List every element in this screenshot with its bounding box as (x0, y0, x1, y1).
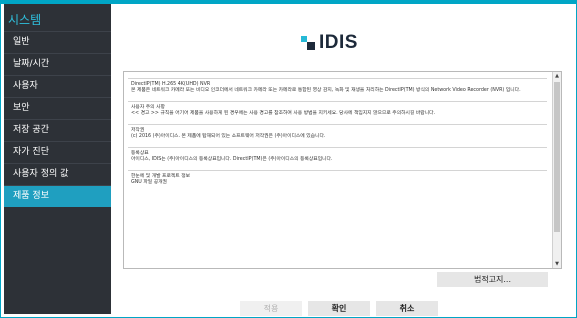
sidebar-item-self-diagnosis[interactable]: 자가 진단 (4, 141, 111, 163)
sidebar-item-storage[interactable]: 저장 공간 (4, 119, 111, 141)
license-text: DirectIP(TM) H.265 4K(UHD) NVR 본 제품은 네트워… (128, 78, 547, 193)
scroll-thumb[interactable] (554, 82, 560, 232)
license-section: DirectIP(TM) H.265 4K(UHD) NVR 본 제품은 네트워… (128, 78, 547, 98)
sidebar-title: 시스템 (8, 13, 42, 27)
scroll-up-icon[interactable]: ▲ (553, 72, 561, 80)
sidebar-item-product-info[interactable]: 제품 정보 (4, 185, 111, 207)
section-body: 본 제품은 네트워크 카메라 또는 비디오 인코더에서 네트워크 카메라 또는 … (131, 88, 521, 93)
sidebar-item-date-time[interactable]: 날짜/시간 (4, 53, 111, 75)
cancel-button[interactable]: 취소 (376, 301, 438, 316)
license-section: 저작권 (c) 2016 (주)아이디스. 본 제품에 탑재되어 있는 소프트웨… (128, 124, 547, 144)
license-scrollbar[interactable]: ▲ ▼ (552, 72, 561, 268)
apply-button[interactable]: 적용 (240, 301, 302, 316)
sidebar-item-user-defined[interactable]: 사용자 정의 값 (4, 163, 111, 185)
license-section: 사용자 주의 사항 << 경고 >> 규칙을 어기어 제품을 사용하게 된 경우… (128, 101, 547, 121)
ok-button[interactable]: 확인 (308, 301, 370, 316)
license-panel[interactable]: DirectIP(TM) H.265 4K(UHD) NVR 본 제품은 네트워… (123, 71, 562, 269)
idis-logo: IDIS (301, 32, 371, 53)
sidebar-item-security[interactable]: 보안 (4, 97, 111, 119)
section-body: 아이디스, IDIS는 (주)아이디스의 등록상표입니다. DirectIP(T… (131, 157, 333, 162)
sidebar: 시스템 일반 날짜/시간 사용자 보안 저장 공간 자가 진단 사용자 정의 값… (4, 4, 111, 314)
license-section: 한눈에 및 개발 프로젝트 정보 GNU 파일 공개권 (128, 170, 547, 190)
section-body: << 경고 >> 규칙을 어기어 제품을 사용하게 된 경우에는 사용 경고를 … (131, 111, 436, 116)
legal-notice-button[interactable]: 법적고지... (437, 272, 548, 287)
section-body: GNU 파일 공개권 (131, 180, 167, 185)
section-body: (c) 2016 (주)아이디스. 본 제품에 탑재되어 있는 소프트웨어 저작… (131, 134, 326, 139)
license-section: 등록상표 아이디스, IDIS는 (주)아이디스의 등록상표입니다. Direc… (128, 147, 547, 167)
sidebar-item-general[interactable]: 일반 (4, 31, 111, 53)
logo-text: IDIS (319, 32, 358, 53)
scroll-down-icon[interactable]: ▼ (553, 260, 561, 268)
sidebar-item-user[interactable]: 사용자 (4, 75, 111, 97)
idis-logo-icon (301, 36, 315, 50)
